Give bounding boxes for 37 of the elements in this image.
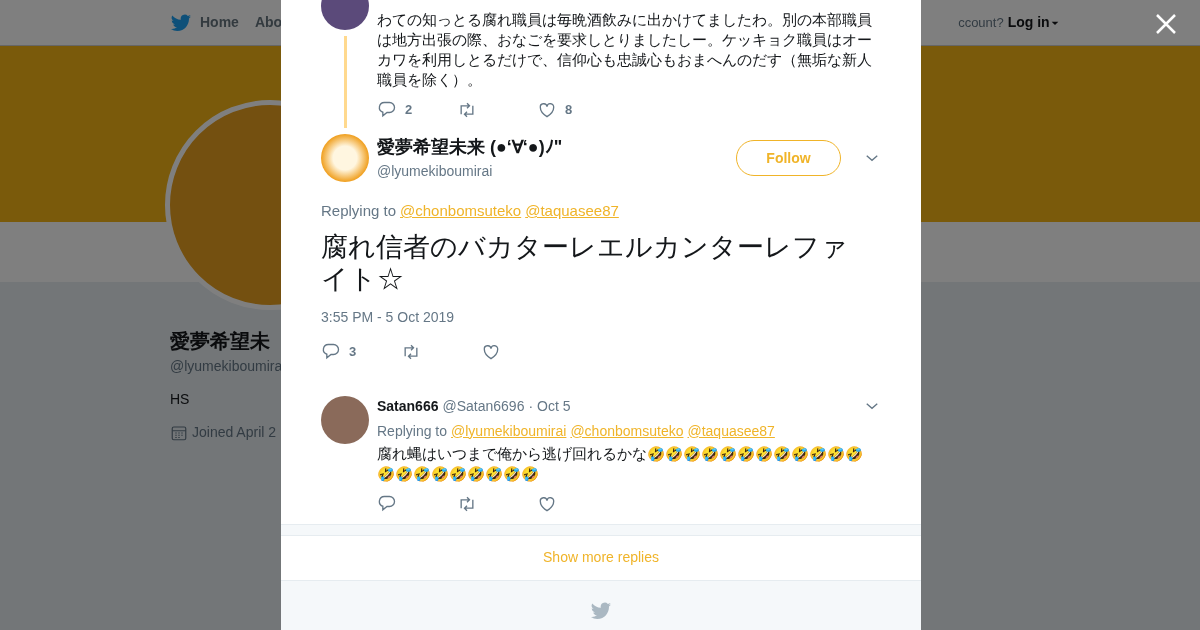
tweet-text: わての知っとる腐れ職員は毎晩酒飲みに出かけてましたわ。別の本部職員は地方出張の際、おなごを要求しとりましたしー。ケッキョク職員はオーカワを利用しとるだけで、信仰心も忠誠心もおまへんのだす（無垢な新人職員を除く）。 bbox=[377, 11, 873, 90]
action-count: 3 bbox=[349, 342, 357, 361]
replying-label: Replying to bbox=[321, 201, 397, 221]
calendar-icon bbox=[170, 423, 188, 442]
replying-label: Replying to bbox=[377, 421, 448, 441]
mention-link[interactable]: @lyumekiboumirai bbox=[451, 420, 567, 442]
nav-link[interactable]: Abo bbox=[254, 12, 283, 33]
separator-dot: · bbox=[528, 396, 534, 416]
tweet-text: 腐れ信者のバカターレエルカンターレファイト☆ bbox=[321, 230, 849, 295]
heart-icon[interactable] bbox=[537, 100, 557, 120]
mention-link[interactable]: @chonbomsuteko bbox=[570, 420, 684, 442]
mention-link[interactable]: @chonbomsuteko bbox=[400, 200, 522, 223]
tweet-date: Oct 5 bbox=[537, 396, 572, 416]
show-more-replies-button[interactable]: Show more replies bbox=[281, 534, 921, 581]
profile-bio: HS bbox=[170, 390, 190, 409]
reply-icon[interactable] bbox=[377, 493, 397, 514]
follow-button[interactable]: Follow bbox=[736, 140, 841, 176]
tweet-timestamp: 3:55 PM - 5 Oct 2019 bbox=[321, 307, 456, 327]
tweet-text: 腐れ蝿はいつまで俺から逃げ回れるかな🤣🤣🤣🤣🤣🤣🤣🤣🤣🤣🤣🤣🤣🤣🤣🤣🤣🤣🤣🤣🤣 bbox=[377, 444, 864, 484]
user-name: Satan666 bbox=[377, 396, 439, 416]
user-avatar[interactable] bbox=[321, 395, 369, 444]
profile-name: 愛夢希望未 bbox=[170, 329, 270, 354]
action-count: 8 bbox=[565, 101, 573, 120]
user-handle: @Satan6696 bbox=[442, 396, 525, 416]
reply-icon[interactable] bbox=[377, 100, 397, 120]
mention-link[interactable]: @taquasee87 bbox=[525, 200, 619, 223]
user-handle: @lyumekiboumirai bbox=[377, 162, 494, 181]
action-count: 2 bbox=[405, 101, 413, 120]
close-icon[interactable] bbox=[1154, 12, 1178, 36]
reply-icon[interactable] bbox=[321, 341, 341, 362]
joined-date: Joined April 2 bbox=[192, 423, 277, 442]
login-link[interactable]: Log in bbox=[1007, 12, 1060, 33]
user-name: 愛夢希望未来 (●‘∀‘●)ﾉ" bbox=[377, 136, 564, 159]
nav-link[interactable]: Home bbox=[170, 11, 239, 34]
account-prompt: ccount? bbox=[958, 13, 1004, 32]
mention-link[interactable]: @taquasee87 bbox=[687, 420, 775, 442]
profile-handle: @lyumekiboumira bbox=[170, 357, 283, 376]
